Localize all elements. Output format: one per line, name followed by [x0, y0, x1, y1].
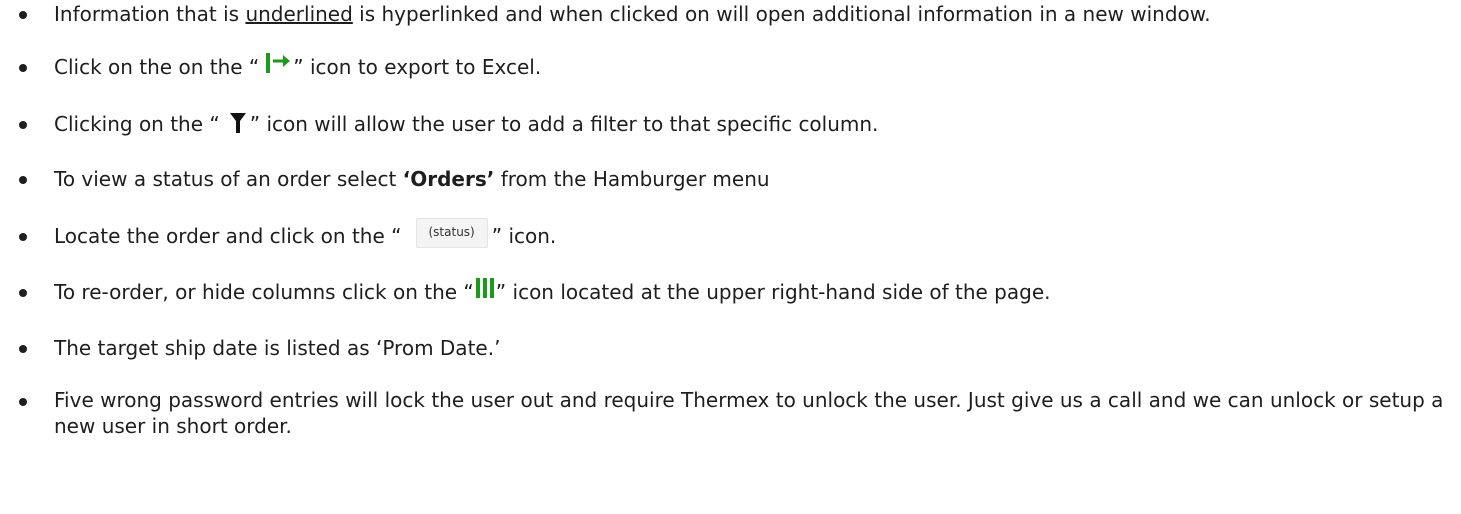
item-text: Clicking on the “ ” icon will allow the u… — [54, 110, 878, 139]
text-segment: To re-order, or hide columns click on th… — [54, 280, 474, 304]
text-segment: ” icon will allow the user to add a filt… — [249, 112, 879, 136]
orders-menu-label: ‘Orders’ — [402, 167, 495, 191]
text-segment: Clicking on the “ — [54, 112, 220, 136]
text-segment: from the Hamburger menu — [494, 167, 770, 191]
bullet-dot — [19, 345, 27, 353]
item-text: Five wrong password entries will lock th… — [54, 388, 1444, 438]
item-text: To re-order, or hide columns click on th… — [54, 277, 1051, 307]
text-segment: To view a status of an order select — [54, 167, 403, 191]
text-segment: ” icon to export to Excel. — [293, 55, 542, 79]
text-segment: is hyperlinked and when clicked on will … — [352, 2, 1211, 26]
item-text: The target ship date is listed as ‘Prom … — [54, 336, 501, 360]
bullet-dot — [19, 64, 27, 72]
item-text: Locate the order and click on the “ (stat… — [54, 217, 557, 253]
bullet-dot — [19, 398, 27, 406]
item-text: Information that is underlined is hyperl… — [54, 0, 1211, 29]
bullet-dot — [19, 289, 27, 297]
underlined-link-example[interactable]: underlined — [245, 2, 352, 26]
bullet-dot — [19, 233, 27, 241]
item-text: To view a status of an order select ‘Ord… — [54, 165, 770, 194]
columns-icon — [475, 277, 494, 298]
text-segment: Locate the order and click on the “ — [54, 224, 402, 248]
text-segment: Information that is — [54, 2, 246, 26]
item-text: Click on the on the “ ” icon to export to… — [54, 52, 542, 82]
bullet-dot — [19, 121, 27, 129]
text-segment: ” icon. — [491, 224, 557, 248]
text-segment: ” icon located at the upper right-hand s… — [495, 280, 1051, 304]
text-segment: Click on the on the “ — [54, 55, 260, 79]
bullet-dot — [19, 11, 27, 19]
filter-funnel-icon — [229, 112, 246, 133]
status-button[interactable]: (status) — [415, 217, 488, 248]
export-to-excel-icon — [266, 52, 291, 73]
bullet-dot — [19, 176, 27, 184]
